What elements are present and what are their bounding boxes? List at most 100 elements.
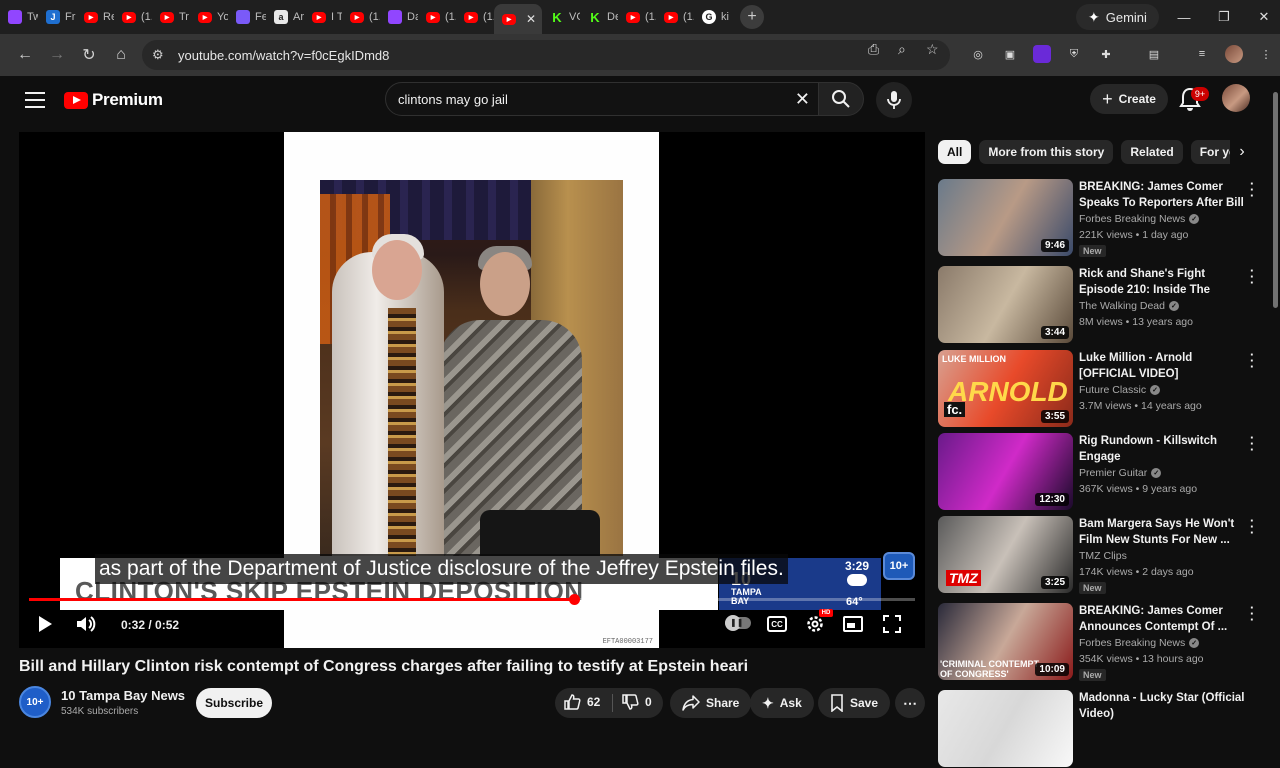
recommendation-title[interactable]: Rig Rundown - Killswitch Engage	[1079, 433, 1245, 465]
video-thumbnail[interactable]: TMZ 3:25	[938, 516, 1073, 593]
minimize-icon[interactable]: —	[1164, 0, 1204, 34]
video-thumbnail[interactable]: 'CRIMINAL CONTEMPT OF CONGRESS' 10:09	[938, 603, 1073, 680]
new-tab-icon[interactable]: +	[740, 5, 764, 29]
progress-bar[interactable]	[29, 594, 915, 605]
recommendation-menu-icon[interactable]: · · ·	[1250, 348, 1254, 373]
youtube-premium-logo[interactable]: Premium	[64, 90, 163, 110]
recommendation-title[interactable]: BREAKING: James Comer Announces Contempt…	[1079, 603, 1245, 635]
media-controls-icon[interactable]: ≡	[1193, 45, 1211, 63]
recommendation-title[interactable]: Luke Million - Arnold [OFFICIAL VIDEO]	[1079, 350, 1245, 382]
recommendation-title[interactable]: Bam Margera Says He Won't Film New Stunt…	[1079, 516, 1245, 548]
recommendation-menu-icon[interactable]: · · ·	[1250, 431, 1254, 456]
browser-tab[interactable]: ▶ Tr	[152, 0, 190, 34]
recommendation-item[interactable]: 9:46 BREAKING: James Comer Speaks To Repo…	[938, 177, 1260, 257]
window-close-icon[interactable]: ✕	[1244, 0, 1280, 34]
reload-icon[interactable]: ↻	[76, 42, 102, 68]
home-icon[interactable]: ⌂	[108, 42, 134, 68]
progress-scrubber[interactable]	[568, 594, 580, 605]
browser-tab[interactable]: ▶ (1.	[418, 0, 456, 34]
subtitles-icon[interactable]: CC	[767, 616, 787, 632]
dislike-button[interactable]: 0	[621, 693, 652, 711]
browser-tab[interactable]: a Ar	[266, 0, 304, 34]
maximize-icon[interactable]: ❐	[1204, 0, 1244, 34]
browser-tab[interactable]: ▶ (1.	[618, 0, 656, 34]
recommendation-channel[interactable]: Forbes Breaking News	[1079, 213, 1185, 225]
recommendation-menu-icon[interactable]: · · ·	[1250, 177, 1254, 202]
video-thumbnail[interactable]: 9:46	[938, 179, 1073, 256]
play-button[interactable]	[35, 612, 55, 636]
video-player[interactable]: EFTA00003177 CLINTON'S SKIP EPSTEIN DEPO…	[19, 132, 925, 648]
install-app-icon[interactable]: ⎙	[868, 41, 879, 58]
filter-chip[interactable]: All	[938, 140, 972, 164]
tab-close-icon[interactable]: ✕	[526, 12, 536, 26]
browser-tab[interactable]: ▶ I T	[304, 0, 342, 34]
recommendation-item[interactable]: 12:30 Rig Rundown - Killswitch Engage Prem…	[938, 431, 1260, 511]
forward-icon[interactable]: →	[44, 42, 70, 68]
create-button[interactable]: + Create	[1090, 84, 1168, 114]
recommendation-menu-icon[interactable]: · · ·	[1250, 514, 1254, 539]
recommendation-menu-icon[interactable]: · · ·	[1250, 601, 1254, 626]
voice-search-button[interactable]	[876, 82, 912, 118]
back-icon[interactable]: ←	[12, 42, 38, 68]
filter-chip[interactable]: Related	[1121, 140, 1183, 164]
volume-button[interactable]	[75, 612, 97, 636]
site-info-icon[interactable]: ⚙	[152, 47, 164, 63]
browser-tab[interactable]: Gki	[694, 0, 732, 34]
browser-tab[interactable]: J Fr	[38, 0, 76, 34]
video-thumbnail[interactable]: 3:44	[938, 266, 1073, 343]
video-thumbnail[interactable]: LUKE MILLION ARNOLD fc. 3:55	[938, 350, 1073, 427]
channel-name[interactable]: 10 Tampa Bay News	[61, 688, 185, 703]
browser-tab[interactable]: K De	[580, 0, 618, 34]
extensions-puzzle-icon[interactable]: ✚	[1097, 45, 1115, 63]
browser-tab[interactable]: ▶ ✕	[494, 4, 542, 34]
extension-glasses-icon[interactable]: ◎	[969, 45, 987, 63]
subscribe-button[interactable]: Subscribe	[196, 688, 272, 718]
recommendation-title[interactable]: Rick and Shane's Fight Episode 210: Insi…	[1079, 266, 1245, 298]
share-button[interactable]: Share	[670, 688, 752, 718]
browser-tab[interactable]: Tw	[0, 0, 38, 34]
recommendation-item[interactable]: 'CRIMINAL CONTEMPT OF CONGRESS' 10:09 BREA…	[938, 601, 1260, 681]
recommendation-item[interactable]: Madonna - Lucky Star (Official Video)	[938, 690, 1260, 768]
recommendation-title[interactable]: BREAKING: James Comer Speaks To Reporter…	[1079, 179, 1245, 211]
video-thumbnail[interactable]	[938, 690, 1073, 767]
more-actions-icon[interactable]: ⋯	[895, 688, 925, 718]
page-scrollbar[interactable]	[1273, 92, 1278, 308]
browser-tab[interactable]: Fe	[228, 0, 266, 34]
recommendation-channel[interactable]: Future Classic	[1079, 384, 1146, 396]
browser-tab[interactable]: ▶ (1.	[342, 0, 380, 34]
clear-search-icon[interactable]: ✕	[795, 89, 810, 110]
recommendation-channel[interactable]: TMZ Clips	[1079, 550, 1127, 562]
ask-button[interactable]: ✦ Ask	[750, 688, 814, 718]
browser-tab[interactable]: ▶ (1.	[456, 0, 494, 34]
recommendation-item[interactable]: TMZ 3:25 Bam Margera Says He Won't Film Ne…	[938, 514, 1260, 594]
recommendation-channel[interactable]: Premier Guitar	[1079, 467, 1147, 479]
miniplayer-button[interactable]	[843, 612, 863, 636]
recommendation-item[interactable]: LUKE MILLION ARNOLD fc. 3:55 Luke Million - …	[938, 348, 1260, 428]
extension-shield-icon[interactable]: ⛨	[1065, 45, 1083, 63]
address-bar[interactable]: ⚙ youtube.com/watch?v=f0cEgkIDmd8	[142, 40, 950, 70]
gemini-button[interactable]: ✦ Gemini	[1076, 4, 1159, 30]
recommendation-title[interactable]: Madonna - Lucky Star (Official Video)	[1079, 690, 1245, 722]
zoom-icon[interactable]: ⌕	[898, 41, 906, 58]
browser-tab[interactable]: ▶ Re	[76, 0, 114, 34]
search-input[interactable]: clintons may go jail ✕	[385, 82, 819, 116]
browser-tab[interactable]: ▶ Yo	[190, 0, 228, 34]
recommendation-channel[interactable]: The Walking Dead	[1079, 300, 1165, 312]
video-thumbnail[interactable]: 12:30	[938, 433, 1073, 510]
profile-avatar-icon[interactable]	[1225, 45, 1243, 63]
extension-game-icon[interactable]: ▣	[1001, 45, 1019, 63]
sidepanel-icon[interactable]: ▤	[1145, 45, 1163, 63]
recommendation-menu-icon[interactable]: · · ·	[1250, 264, 1254, 289]
filter-chip[interactable]: More from this story	[979, 140, 1114, 164]
channel-avatar[interactable]: 10+	[19, 686, 51, 718]
save-button[interactable]: Save	[818, 688, 891, 718]
recommendation-item[interactable]: 3:44 Rick and Shane's Fight Episode 210: …	[938, 264, 1260, 344]
browser-tab[interactable]: K VC	[542, 0, 580, 34]
browser-tab[interactable]: ▶ (1.	[656, 0, 694, 34]
browser-menu-icon[interactable]: ⋮	[1257, 45, 1275, 63]
extension-purple-icon[interactable]	[1033, 45, 1051, 63]
account-avatar[interactable]	[1222, 84, 1250, 112]
like-button[interactable]: 62	[563, 693, 600, 711]
browser-tab[interactable]: ▶ (1.	[114, 0, 152, 34]
autoplay-toggle[interactable]: ❚❚	[725, 615, 751, 631]
